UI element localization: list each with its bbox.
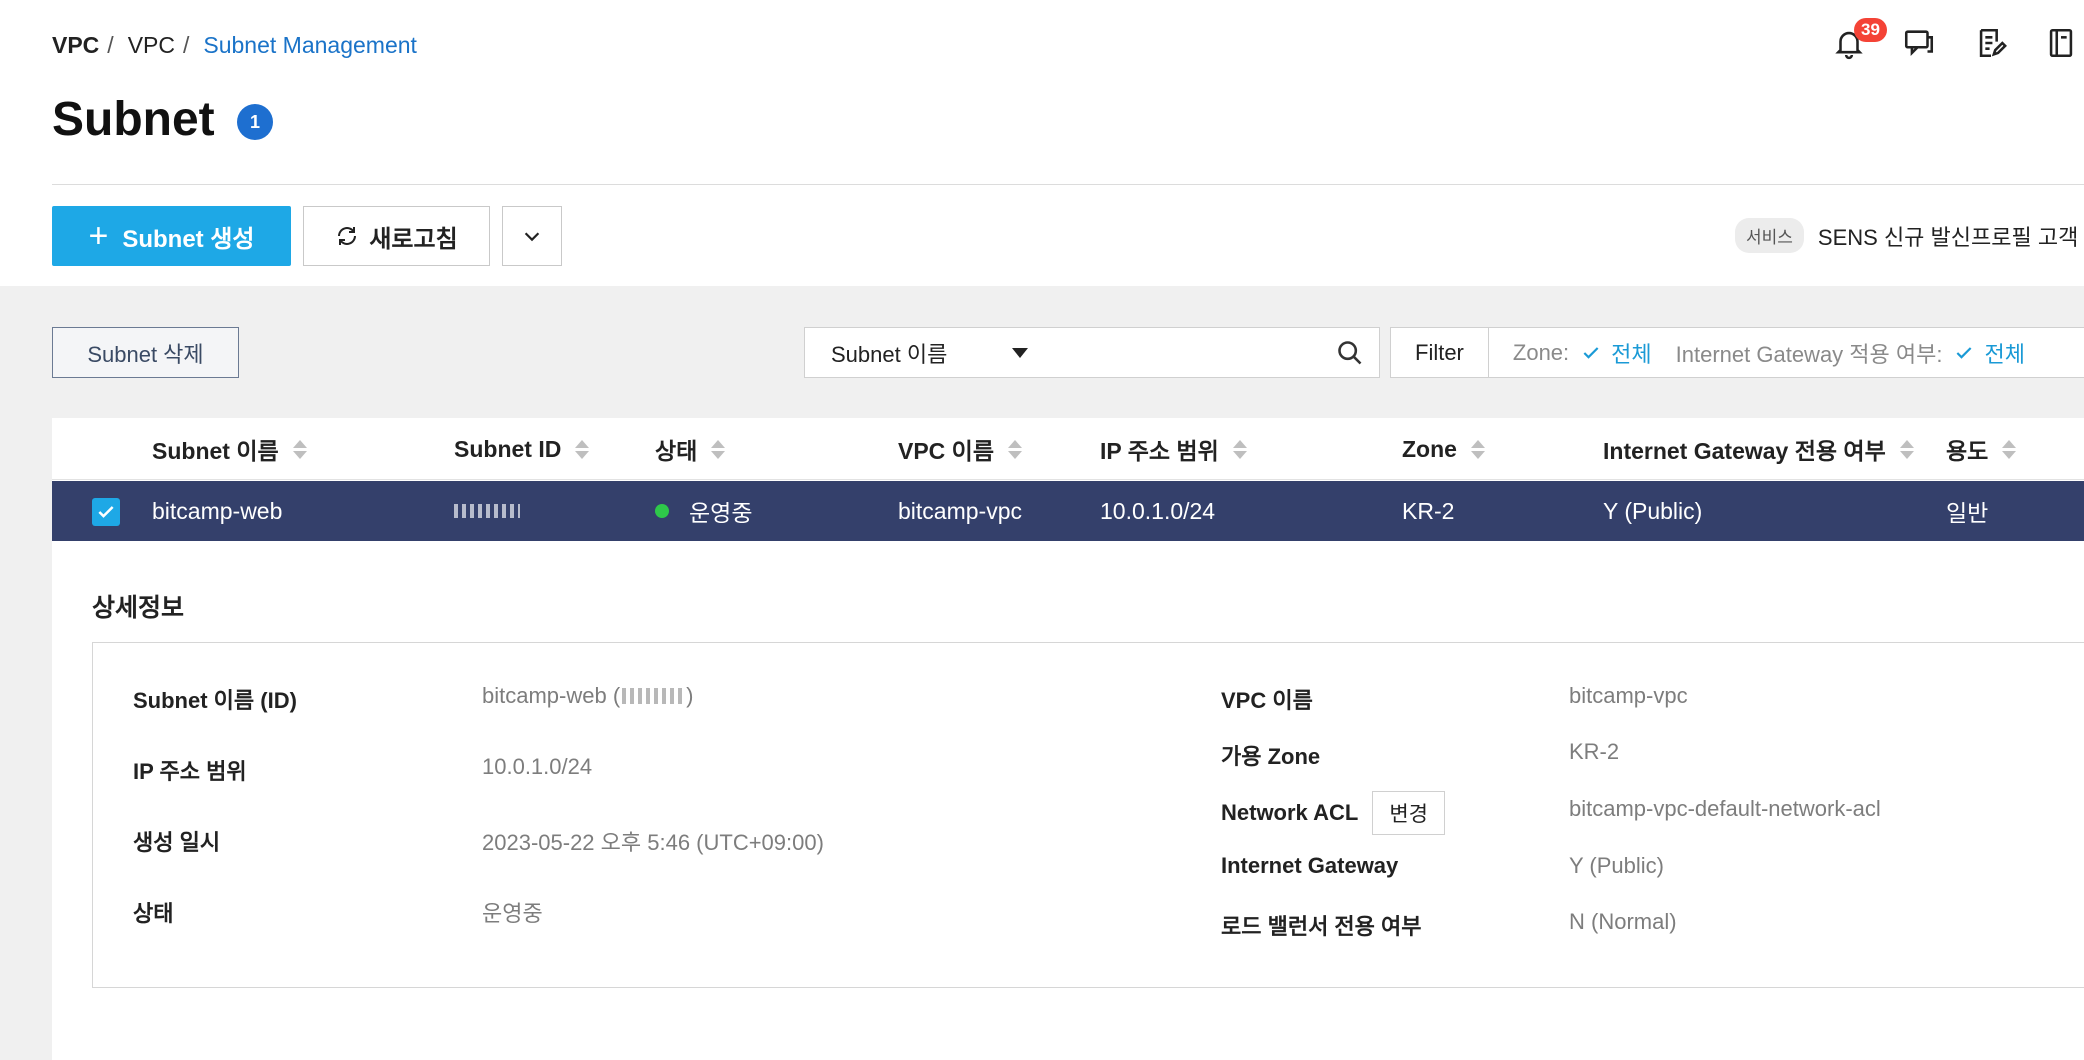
cell-internet-gateway: Y (Public) [1603,497,1703,524]
filter-internet-gateway[interactable]: Internet Gateway 적용 여부: 전체 [1652,337,2025,369]
detail-value-vpc-name: bitcamp-vpc [1569,683,1688,708]
sort-icon [2002,439,2017,459]
memo-edit-icon[interactable] [1974,26,2010,62]
masked-id [622,688,685,704]
column-header-subnet-name[interactable]: Subnet 이름 [152,418,307,480]
detail-value-internet-gateway: Y (Public) [1569,853,1664,878]
notification-bell-icon[interactable]: 39 [1832,18,1887,62]
cell-vpc-name: bitcamp-vpc [898,497,1022,524]
page-title: Subnet [52,93,215,146]
filter-igw-label: Internet Gateway 적용 여부: [1675,341,1943,367]
detail-value-network-acl: bitcamp-vpc-default-network-acl [1569,796,1881,821]
notice-text: SENS 신규 발신프로필 고객 [1817,224,2079,250]
detail-label-zone: 가용 Zone [1221,744,1321,769]
sort-icon [1899,439,1914,459]
page-header: VPC / VPC / Subnet Management 39 Subnet … [0,0,2084,286]
divider [52,184,2084,185]
filter-igw-value: 전체 [1984,341,2025,367]
more-actions-button[interactable] [502,206,562,266]
create-subnet-label: Subnet 생성 [122,225,255,253]
search-input[interactable] [1054,327,1380,378]
breadcrumb-separator: / [182,32,190,58]
cell-zone: KR-2 [1402,497,1455,524]
create-subnet-button[interactable]: + Subnet 생성 [52,206,291,266]
row-checkbox[interactable] [92,498,120,526]
detail-label-vpc-name: VPC 이름 [1221,688,1313,713]
manual-book-icon[interactable] [2044,26,2080,62]
filter-zone-label: Zone: [1512,339,1570,365]
cell-subnet-name: bitcamp-web [152,497,283,524]
detail-label-status: 상태 [133,901,174,926]
cell-ip-range: 10.0.1.0/24 [1100,497,1216,524]
search-icon[interactable] [1336,339,1364,367]
sort-icon [711,439,726,459]
detail-label-ip-range: IP 주소 범위 [133,759,247,784]
check-icon [98,506,114,518]
column-header-vpc-name[interactable]: VPC 이름 [898,418,1023,480]
cell-subnet-id [454,481,520,541]
check-icon [1583,346,1599,359]
breadcrumb-current[interactable]: Subnet Management [203,32,417,59]
chevron-down-icon [524,232,540,242]
table-row[interactable]: bitcamp-web 운영중 bitcamp-vpc 10.0.1.0/24 … [52,481,2084,541]
service-notice[interactable]: 서비스 SENS 신규 발신프로필 고객 [1735,218,2078,253]
subnet-table: Subnet 이름 Subnet ID 상태 VPC 이름 IP 주소 범위 Z… [52,418,2084,1060]
detail-section-title: 상세정보 [92,594,185,622]
sort-icon [292,439,307,459]
detail-value-lb-dedicated: N (Normal) [1569,909,1677,934]
masked-id [454,504,520,518]
column-header-zone[interactable]: Zone [1402,418,1485,480]
breadcrumb: VPC / VPC / Subnet Management [52,32,417,59]
column-header-ip-range[interactable]: IP 주소 범위 [1100,418,1247,480]
breadcrumb-vpc[interactable]: VPC [128,32,175,59]
chat-icon[interactable] [1902,26,1938,62]
sort-icon [1008,439,1023,459]
column-header-status[interactable]: 상태 [655,418,726,480]
detail-value-created-at: 2023-05-22 오후 5:46 (UTC+09:00) [482,830,824,855]
filter-zone-value: 전체 [1611,341,1652,367]
detail-label-lb-dedicated: 로드 밸런서 전용 여부 [1221,914,1422,939]
header-icon-bar: 39 [1814,18,2084,66]
search-field-select[interactable]: Subnet 이름 [804,327,1055,378]
detail-label-subnet-name-id: Subnet 이름 (ID) [133,688,297,713]
filter-button[interactable]: Filter [1391,328,1489,377]
search-field-selected: Subnet 이름 [831,341,948,367]
status-dot-icon [655,504,669,518]
filter-bar: Filter Zone: 전체 Internet Gateway 적용 여부: … [1390,327,2084,378]
detail-value-ip-range: 10.0.1.0/24 [482,754,593,779]
sort-icon [1232,439,1247,459]
sort-icon [575,439,590,459]
column-header-internet-gateway[interactable]: Internet Gateway 전용 여부 [1603,418,1914,480]
check-icon [1957,346,1972,359]
breadcrumb-vpc-root[interactable]: VPC [52,32,99,59]
cell-status: 운영중 [655,481,752,541]
notice-tag: 서비스 [1735,218,1804,253]
refresh-label: 새로고침 [369,225,458,253]
refresh-button[interactable]: 새로고침 [303,206,490,266]
detail-value-subnet-name-id: bitcamp-web () [482,683,694,708]
plus-icon: + [88,217,109,255]
filter-zone[interactable]: Zone: 전체 [1489,337,1652,369]
refresh-icon [338,227,357,245]
table-header: Subnet 이름 Subnet ID 상태 VPC 이름 IP 주소 범위 Z… [52,418,2084,480]
caret-down-icon [1012,347,1028,358]
detail-label-network-acl: Network ACL 변경 [1221,791,1445,835]
detail-label-internet-gateway: Internet Gateway [1221,853,1399,878]
sort-icon [1470,439,1485,459]
notification-count-badge: 39 [1854,18,1887,42]
detail-panel: Subnet 이름 (ID) bitcamp-web () IP 주소 범위 1… [92,642,2084,988]
breadcrumb-separator: / [107,32,114,58]
change-network-acl-button[interactable]: 변경 [1372,791,1445,835]
detail-value-zone: KR-2 [1569,739,1620,764]
column-header-subnet-id[interactable]: Subnet ID [454,418,590,480]
subnet-count-badge: 1 [237,104,273,140]
delete-subnet-button[interactable]: Subnet 삭제 [52,327,239,378]
cell-usage: 일반 [1946,500,1989,526]
detail-value-status: 운영중 [482,901,543,926]
detail-label-created-at: 생성 일시 [133,830,221,855]
column-header-usage[interactable]: 용도 [1946,418,2017,480]
